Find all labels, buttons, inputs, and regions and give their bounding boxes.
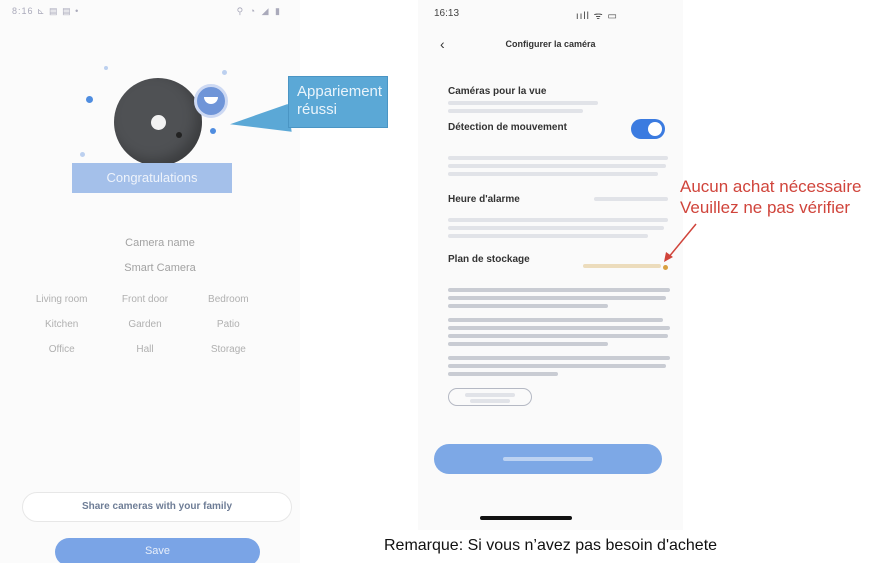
room-option-hall[interactable]: Hall [103,344,186,355]
faint-description-line [448,218,668,222]
decor-bubble-icon [86,96,93,103]
camera-icon [114,78,202,166]
faint-description-line [448,296,666,300]
faint-description-line [448,326,670,330]
congratulations-ribbon: Congratulations [56,163,248,194]
annotation-arrow-icon [664,223,697,262]
share-cameras-button[interactable]: Share cameras with your family [22,492,292,522]
remark-note: Remarque: Si vous n’avez pas besoin d'ac… [384,537,879,563]
faint-description-line [448,172,658,176]
right-status-bar: 16:13 ııll ᯤ ▭ [434,8,670,22]
save-button[interactable]: Save [55,538,260,563]
room-option-garden[interactable]: Garden [103,319,186,330]
left-status-system-icons: ⚲ ◔ ◢ ▮ [236,6,282,16]
decor-bubble-icon [210,128,216,134]
camera-name-value[interactable]: Smart Camera [0,262,320,274]
storage-plan-row[interactable]: Plan de stockage [448,254,668,270]
decor-bubble-icon [222,70,227,75]
alarm-time-description [448,214,668,238]
cameras-for-view-section[interactable]: Caméras pour la vue [448,86,668,113]
cameras-for-view-title: Caméras pour la vue [448,86,547,97]
room-option-kitchen[interactable]: Kitchen [20,319,103,330]
alarm-time-value [594,197,668,201]
room-option-patio[interactable]: Patio [187,319,270,330]
faint-description-line [448,342,608,346]
status-signal-wifi-battery-icon: ııll ᯤ ▭ [575,11,618,22]
smiley-badge-icon [194,84,228,118]
room-option-living-room[interactable]: Living room [20,294,103,305]
faint-description-line [448,226,664,230]
faint-description-line [448,364,666,368]
pairing-success-callout: Appariement réussi [288,76,388,128]
save-settings-button[interactable] [434,444,662,474]
faint-description-line [448,101,598,105]
right-phone-screen: 16:13 ııll ᯤ ▭ ‹ Configurer la caméra Ca… [418,0,683,530]
camera-lens-icon [151,115,166,130]
home-indicator[interactable] [480,516,572,520]
nav-bar: ‹ Configurer la caméra [418,34,683,56]
left-status-bar: 8:16 ⊾ ▤ ▤ • ⚲ ◔ ◢ ▮ [12,6,282,20]
storage-plan-value [583,257,668,275]
screen-title: Configurer la caméra [505,39,596,49]
camera-name-label: Camera name [125,237,195,249]
room-options-grid: Living room Front door Bedroom Kitchen G… [20,294,270,355]
remark-line: Remarque: Si vous n’avez pas besoin d'ac… [384,537,718,554]
faint-description-line [448,109,583,113]
faint-description-line [448,234,648,238]
left-phone-screen: 8:16 ⊾ ▤ ▤ • ⚲ ◔ ◢ ▮ Congratulations Cam… [0,0,300,563]
motion-detection-toggle[interactable] [631,119,665,139]
annotation-note: Aucun achat nécessaire Veuillez ne pas v… [680,177,862,217]
faint-description-line [448,164,666,168]
room-option-office[interactable]: Office [20,344,103,355]
toggle-knob [648,122,662,136]
faint-description-line [448,304,608,308]
faint-description-line [448,372,558,376]
faint-description-line [448,288,670,292]
room-option-bedroom[interactable]: Bedroom [187,294,270,305]
motion-detection-description [448,152,668,176]
warning-dot-icon [663,265,668,270]
faint-description-line [448,334,668,338]
status-time: 16:13 [434,8,460,19]
camera-sensor-icon [176,132,182,138]
decor-bubble-icon [104,66,108,70]
faint-description-line [448,156,668,160]
left-status-indicators: 8:16 ⊾ ▤ ▤ • [12,6,80,16]
alarm-time-row[interactable]: Heure d'alarme [448,194,668,205]
motion-detection-row: Détection de mouvement [448,119,668,139]
cloud-subscription-button[interactable] [448,388,532,406]
faint-description-line [448,356,670,360]
room-option-storage[interactable]: Storage [187,344,270,355]
storage-plan-description [448,284,676,376]
room-option-front-door[interactable]: Front door [103,294,186,305]
faint-description-line [448,318,663,322]
decor-bubble-icon [80,152,85,157]
